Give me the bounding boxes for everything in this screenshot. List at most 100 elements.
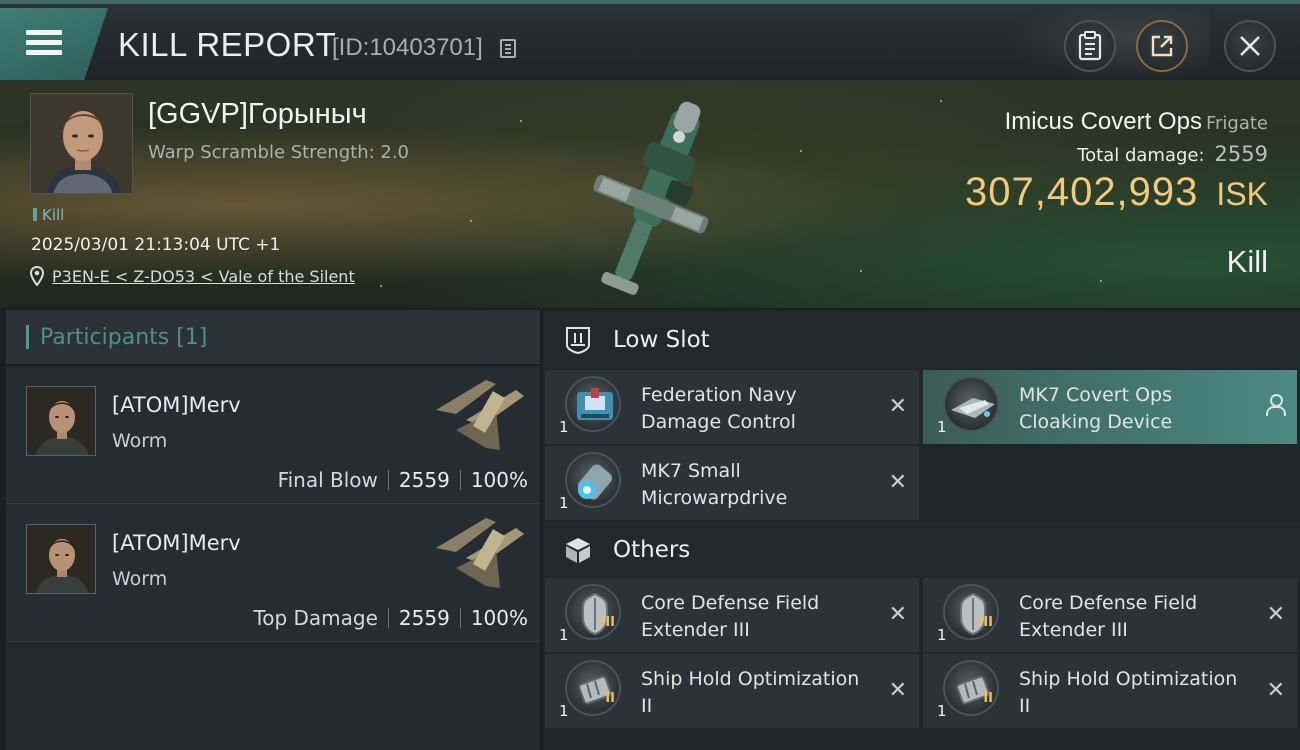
kill-datetime: 2025/03/01 21:13:04 UTC +1 xyxy=(31,235,281,255)
destroyed-icon: ✕ xyxy=(888,394,907,419)
victim-ship-info: Imicus Covert Ops Frigate xyxy=(1005,108,1268,136)
shield-extender-icon: III xyxy=(565,584,621,640)
report-id: [ID:10403701] xyxy=(332,34,483,61)
divider xyxy=(459,608,461,628)
destroyed-icon: ✕ xyxy=(888,602,907,627)
divider xyxy=(387,470,389,490)
module-slot[interactable]: II 1 Ship Hold Optimization II ✕ xyxy=(923,654,1297,728)
destroyed-icon: ✕ xyxy=(1266,602,1285,627)
cargo-optimization-icon: II xyxy=(943,660,999,716)
victim-banner: [GGVP]Горыныч Warp Scramble Strength: 2.… xyxy=(0,80,1300,308)
module-slot[interactable]: III 1 Core Defense Field Extender III ✕ xyxy=(545,578,919,652)
destroyed-icon: ✕ xyxy=(1266,678,1285,703)
participant-stats: Final Blow 2559 100% xyxy=(278,468,528,492)
total-damage-row: Total damage: 2559 xyxy=(1077,142,1268,166)
participant-stat-label: Final Blow xyxy=(277,468,378,492)
module-quantity: 1 xyxy=(937,702,947,720)
module-quantity: 1 xyxy=(559,494,569,512)
others-header: Others xyxy=(543,522,1300,578)
result-label: Kill xyxy=(1226,244,1268,279)
participant-damage: 2559 xyxy=(398,606,450,630)
participant-ship-icon xyxy=(436,380,524,450)
share-icon xyxy=(1151,35,1173,57)
low-slot-header: Low Slot xyxy=(543,312,1300,368)
tier-label: II xyxy=(983,691,993,706)
module-slot-highlighted[interactable]: 1 MK7 Covert Ops Cloaking Device xyxy=(923,370,1297,444)
participant-percent: 100% xyxy=(470,606,528,630)
participant-stats: Top Damage 2559 100% xyxy=(253,606,528,630)
participant-avatar[interactable] xyxy=(26,386,96,456)
tier-label: III xyxy=(600,615,615,630)
location-link[interactable]: P3EN-E < Z-DO53 < Vale of the Silent xyxy=(30,266,355,286)
tier-label: II xyxy=(605,691,615,706)
destroyed-icon: ✕ xyxy=(888,678,907,703)
cube-icon xyxy=(566,538,590,563)
isk-unit: ISK xyxy=(1216,176,1268,212)
low-slot-title: Low Slot xyxy=(613,327,710,353)
clipboard-icon xyxy=(1078,31,1102,61)
participants-panel: Participants [1] [ATOM]Merv Worm Final B… xyxy=(6,310,540,750)
participant-card[interactable]: [ATOM]Merv Worm Top Damage 2559 100% xyxy=(6,506,540,642)
divider xyxy=(459,470,461,490)
module-name: MK7 Covert Ops Cloaking Device xyxy=(1019,384,1173,433)
module-name: Ship Hold Optimization II xyxy=(641,668,860,717)
page-title: KILL REPORT xyxy=(118,26,337,63)
module-name: Core Defense Field Extender III xyxy=(1019,592,1198,641)
copy-icon[interactable] xyxy=(500,39,516,58)
fitting-panel: Low Slot 1 Federation Navy Damage Contro… xyxy=(543,310,1300,750)
module-quantity: 1 xyxy=(559,702,569,720)
participant-name: [ATOM]Merv xyxy=(112,393,241,417)
isk-value: 307,402,993 xyxy=(964,170,1199,214)
close-button[interactable] xyxy=(1224,20,1276,72)
module-slot[interactable]: II 1 Ship Hold Optimization II ✕ xyxy=(545,654,919,728)
destroyed-icon: ✕ xyxy=(888,470,907,495)
victim-name[interactable]: [GGVP]Горыныч xyxy=(148,98,367,131)
microwarpdrive-icon xyxy=(565,452,621,508)
share-button[interactable] xyxy=(1136,20,1188,72)
participant-avatar[interactable] xyxy=(26,524,96,594)
module-quantity: 1 xyxy=(937,418,947,436)
ship-class: Frigate xyxy=(1205,113,1268,134)
participants-header: Participants [1] xyxy=(6,310,540,366)
cargo-optimization-icon: II xyxy=(565,660,621,716)
module-name: Ship Hold Optimization II xyxy=(1019,668,1238,717)
victim-ship-render[interactable] xyxy=(575,86,735,302)
participants-title: Participants [1] xyxy=(40,324,208,350)
participant-ship-icon xyxy=(436,518,524,588)
damage-control-icon xyxy=(565,376,621,432)
module-slot[interactable]: 1 Federation Navy Damage Control ✕ xyxy=(545,370,919,444)
divider xyxy=(387,608,389,628)
others-title: Others xyxy=(613,537,691,563)
participant-card[interactable]: [ATOM]Merv Worm Final Blow 2559 100% xyxy=(6,368,540,504)
module-slot[interactable]: 1 MK7 Small Microwarpdrive ✕ xyxy=(545,446,919,520)
isk-value-row: 307,402,993 ISK xyxy=(965,170,1268,215)
kill-tag: Kill xyxy=(33,206,64,224)
module-name: Federation Navy Damage Control xyxy=(641,384,797,433)
location-pin-icon xyxy=(30,266,44,286)
warp-scramble-strength: Warp Scramble Strength: 2.0 xyxy=(148,142,410,163)
victim-avatar[interactable] xyxy=(30,93,133,194)
kill-report-header: KILL REPORT [ID:10403701] xyxy=(0,0,1300,84)
close-icon xyxy=(1240,36,1260,56)
module-slot[interactable]: III 1 Core Defense Field Extender III ✕ xyxy=(923,578,1297,652)
dropped-person-icon xyxy=(1265,394,1286,416)
clipboard-button[interactable] xyxy=(1064,20,1116,72)
participant-percent: 100% xyxy=(470,468,528,492)
cloaking-device-icon xyxy=(943,376,999,432)
participant-stat-label: Top Damage xyxy=(253,606,378,630)
participant-ship: Worm xyxy=(112,430,168,452)
location-text: P3EN-E < Z-DO53 < Vale of the Silent xyxy=(52,266,355,286)
low-slot-icon xyxy=(566,327,590,355)
module-quantity: 1 xyxy=(559,626,569,644)
participant-damage: 2559 xyxy=(398,468,450,492)
participant-name: [ATOM]Merv xyxy=(112,531,241,555)
module-name: Core Defense Field Extender III xyxy=(641,592,820,641)
ship-name[interactable]: Imicus Covert Ops xyxy=(1005,108,1202,135)
total-damage-label: Total damage: xyxy=(1077,145,1205,166)
module-quantity: 1 xyxy=(937,626,947,644)
tier-label: III xyxy=(978,615,993,630)
participant-ship: Worm xyxy=(112,568,168,590)
module-name: MK7 Small Microwarpdrive xyxy=(641,460,788,509)
menu-button[interactable] xyxy=(0,8,108,80)
module-quantity: 1 xyxy=(559,418,569,436)
